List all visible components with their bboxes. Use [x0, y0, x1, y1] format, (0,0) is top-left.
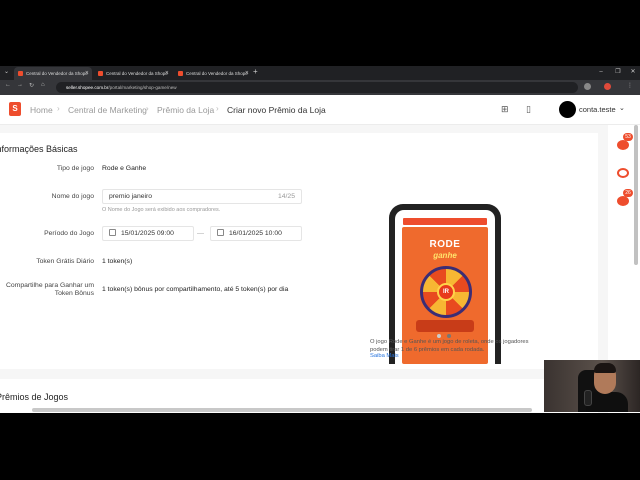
tab-close-icon[interactable]: ✕	[165, 70, 169, 76]
start-date-input[interactable]: 15/01/2025 09:00	[102, 226, 194, 241]
notification-badge: 53	[623, 133, 633, 141]
tab-title: Central do Vendedor da Shope	[186, 71, 248, 76]
minimize-icon[interactable]: –	[592, 67, 610, 78]
section-title: Informações Básicas	[0, 144, 78, 154]
microphone-icon	[584, 390, 592, 406]
chat-icon[interactable]	[617, 196, 629, 206]
shopee-favicon-icon	[98, 71, 103, 76]
section-title: Prêmios de Jogos	[0, 392, 69, 402]
person-hair	[594, 363, 616, 373]
profile-icon[interactable]	[604, 83, 611, 90]
shopee-favicon-icon	[178, 71, 183, 76]
spin-button: IR	[437, 283, 455, 301]
close-window-icon[interactable]: ✕	[624, 67, 640, 78]
back-arrow-icon[interactable]: ←	[5, 82, 11, 88]
breadcrumb-home[interactable]: Home	[30, 105, 53, 115]
game-type-label: Tipo de jogo	[56, 165, 94, 172]
url-site: seller.shopee.com.br	[66, 85, 109, 90]
breadcrumb-separator-icon: ›	[146, 104, 149, 113]
browser-toolbar: ← → ↻ ⌂ seller.shopee.com.br/portal/mark…	[0, 80, 640, 95]
menu-kebab-icon[interactable]: ⋮	[627, 82, 633, 89]
browser-tab-bar: Central do Vendedor da Shope ✕ Central d…	[0, 66, 640, 80]
book-icon[interactable]: ▯	[526, 104, 531, 115]
game-header-bar	[403, 218, 487, 225]
period-label: Período do Jogo	[44, 230, 94, 237]
game-name-label: Nome do jogo	[51, 193, 94, 200]
new-tab-button[interactable]: +	[253, 67, 258, 76]
breadcrumb-marketing[interactable]: Central de Marketing	[68, 105, 147, 115]
screen: Central do Vendedor da Shope ✕ Central d…	[0, 0, 640, 480]
game-name-hint: O Nome do Jogo será exibido aos comprado…	[102, 207, 221, 213]
basic-info-card: Informações Básicas Tipo de jogo Rode e …	[0, 133, 598, 369]
tab-title: Central do Vendedor da Shope	[106, 71, 168, 76]
game-description: O jogo Rode e Ganhe é um jogo de roleta,…	[370, 339, 529, 353]
webcam-overlay	[544, 360, 640, 412]
breadcrumb-shop-prize[interactable]: Prêmio da Loja	[157, 105, 214, 115]
browser-tab-2[interactable]: Central do Vendedor da Shope ✕	[94, 67, 172, 80]
url-path: /portal/marketing/shop-game/new	[108, 85, 177, 90]
breadcrumb-separator-icon: ›	[216, 104, 219, 113]
address-bar[interactable]: seller.shopee.com.br/portal/marketing/sh…	[56, 82, 578, 93]
end-date-input[interactable]: 16/01/2025 10:00	[210, 226, 302, 241]
game-subtitle: ganhe	[433, 251, 457, 260]
tab-list-chevron-icon[interactable]: ⌄	[4, 68, 9, 75]
notification-icon[interactable]	[617, 140, 629, 150]
chevron-down-icon[interactable]: ⌄	[619, 104, 625, 112]
vertical-scrollbar[interactable]	[634, 125, 638, 265]
person-body	[586, 392, 628, 412]
share-token-label: Compartilhe para Ganhar um Token Bônus	[5, 282, 94, 297]
horizontal-scrollbar[interactable]	[32, 408, 532, 412]
game-name-input[interactable]: premio janeiro 14/25	[102, 189, 302, 204]
game-name-value: premio janeiro	[109, 193, 153, 200]
char-counter: 14/25	[277, 193, 295, 200]
shopee-favicon-icon	[18, 71, 23, 76]
browser-tab-1[interactable]: Central do Vendedor da Shope ✕	[14, 67, 92, 80]
forward-arrow-icon[interactable]: →	[17, 82, 23, 88]
calendar-icon	[217, 229, 224, 236]
learn-more-link[interactable]: Saiba Mais	[370, 353, 399, 359]
username[interactable]: conta.teste	[579, 105, 616, 114]
daily-token-label: Token Grátis Diário	[36, 258, 94, 265]
period-separator: —	[197, 230, 204, 237]
tab-close-icon[interactable]: ✕	[245, 70, 249, 76]
calendar-icon	[109, 229, 116, 236]
game-title: RODE	[429, 239, 461, 250]
reload-icon[interactable]: ↻	[29, 82, 34, 89]
support-icon[interactable]	[617, 168, 629, 178]
breadcrumb-separator-icon: ›	[57, 104, 60, 113]
end-date: 16/01/2025 10:00	[229, 230, 282, 237]
tab-close-icon[interactable]: ✕	[85, 70, 89, 76]
tab-title: Central do Vendedor da Shope	[26, 71, 88, 76]
prize-wheel-icon: IR	[420, 266, 472, 318]
browser-tab-3[interactable]: Central do Vendedor da Shope ✕	[174, 67, 252, 80]
daily-token-value: 1 token(s)	[102, 258, 133, 265]
breadcrumb-current: Criar novo Prêmio da Loja	[227, 105, 326, 115]
home-icon[interactable]: ⌂	[41, 82, 45, 88]
apps-grid-icon[interactable]: ⊞	[501, 104, 509, 115]
shopee-logo-icon[interactable]: S	[9, 102, 21, 116]
top-navigation: S Home › Central de Marketing › Prêmio d…	[0, 95, 640, 125]
share-token-value: 1 token(s) bônus por compartilhamento, a…	[102, 286, 289, 293]
avatar[interactable]	[559, 101, 576, 118]
extension-icon[interactable]	[584, 83, 591, 90]
game-type-value: Rode e Ganhe	[102, 165, 147, 172]
chat-badge: 26	[623, 189, 633, 197]
start-date: 15/01/2025 09:00	[121, 230, 174, 237]
